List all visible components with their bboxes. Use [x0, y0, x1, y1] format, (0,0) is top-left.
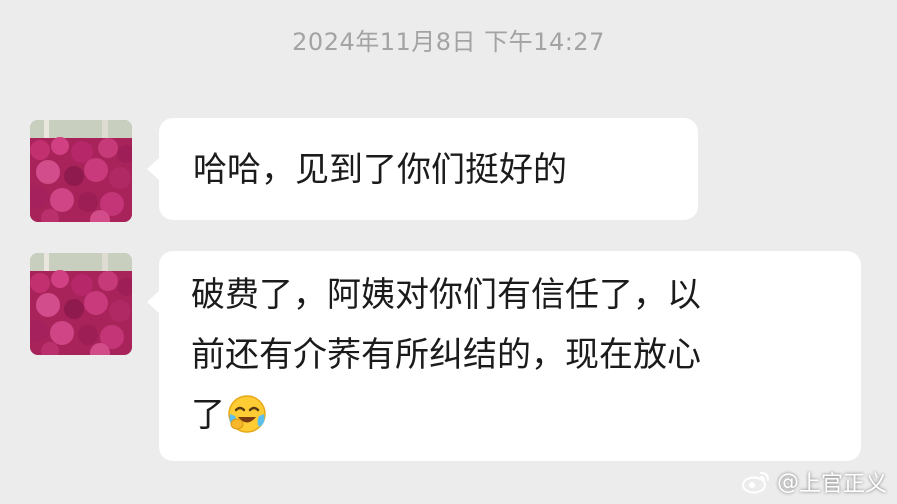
- weibo-watermark: @ 上官正义: [741, 466, 887, 498]
- message-bubble[interactable]: 哈哈，见到了你们挺好的: [147, 118, 698, 220]
- message-text-line: 破费了，阿姨对你们有信任了，以: [191, 275, 701, 315]
- watermark-handle: 上官正义: [798, 472, 887, 497]
- message-text-line: 了: [191, 385, 861, 453]
- pink-flowers-avatar-icon: [30, 120, 132, 222]
- laughing-crying-face-icon: [227, 393, 267, 453]
- contact-avatar[interactable]: [30, 253, 132, 355]
- message-text-line: 前还有介荞有所纠结的，现在放心: [191, 335, 701, 375]
- message-text: 哈哈，见到了你们挺好的: [193, 150, 567, 190]
- pink-flowers-avatar-icon: [30, 253, 132, 355]
- chat-timestamp: 2024年11月8日 下午14:27: [292, 28, 605, 56]
- message-bubble[interactable]: 破费了，阿姨对你们有信任了，以 前还有介荞有所纠结的，现在放心 了: [147, 251, 861, 461]
- weibo-logo-icon: [741, 472, 769, 494]
- message-text-tail: 了: [191, 395, 225, 435]
- contact-avatar[interactable]: [30, 120, 132, 222]
- watermark-prefix: @: [776, 469, 799, 495]
